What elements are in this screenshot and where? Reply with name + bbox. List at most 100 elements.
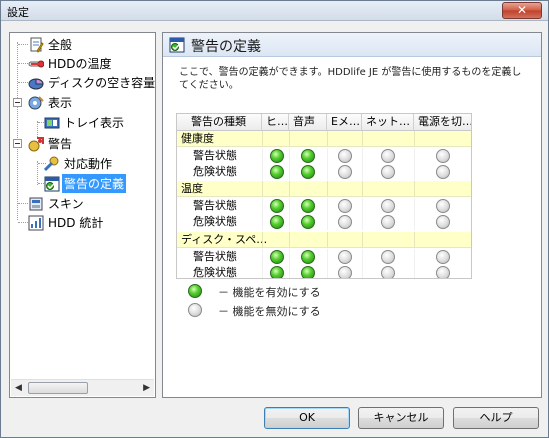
row-label: 警告状態 <box>193 199 237 212</box>
panel-header: 警告の定義 <box>163 33 541 57</box>
tree-label-actions: 対応動作 <box>64 157 113 171</box>
status-led[interactable] <box>381 215 395 229</box>
scroll-thumb[interactable] <box>28 382 88 394</box>
collapse-icon[interactable] <box>13 139 22 148</box>
tree-horizontal-scrollbar[interactable]: ◀ ▶ <box>11 379 154 396</box>
table-row: 警告状態 <box>177 148 471 164</box>
cancel-button[interactable]: キャンセル <box>358 407 444 429</box>
pie-chart-icon <box>28 75 44 91</box>
column-header-shutdown[interactable]: 電源を切… <box>414 114 471 131</box>
row-label: 警告状態 <box>193 250 237 263</box>
status-led[interactable] <box>301 215 315 229</box>
group-row-health: 健康度 <box>177 131 471 147</box>
status-led[interactable] <box>301 266 315 278</box>
status-led[interactable] <box>436 165 450 179</box>
column-header-network[interactable]: ネット… <box>362 114 414 131</box>
row-label: 危険状態 <box>193 266 237 279</box>
thermometer-icon <box>28 56 45 72</box>
status-led[interactable] <box>270 199 284 213</box>
status-led[interactable] <box>436 266 450 278</box>
tree-label-hdd-temperature: HDDの温度 <box>48 57 112 71</box>
status-led[interactable] <box>338 165 352 179</box>
status-led[interactable] <box>338 199 352 213</box>
help-button[interactable]: ヘルプ <box>453 407 539 429</box>
tree-label-display: 表示 <box>48 96 73 110</box>
tree-item-disk-space[interactable]: ディスクの空き容量 <box>10 73 157 92</box>
table-row: 危険状態 <box>177 265 471 279</box>
table-row: 危険状態 <box>177 214 471 230</box>
status-led[interactable] <box>270 250 284 264</box>
warning-table: 警告の種類 ヒ… 音声 Eメ… ネット… 電源を切… 健康度 警告状態 危険状態 <box>176 113 472 279</box>
row-label: 危険状態 <box>193 165 237 178</box>
tree-label-disk-space: ディスクの空き容量 <box>48 76 156 90</box>
status-led[interactable] <box>381 149 395 163</box>
status-led[interactable] <box>381 199 395 213</box>
status-led[interactable] <box>270 215 284 229</box>
checklist-icon <box>44 176 60 192</box>
enabled-led-icon <box>188 284 202 298</box>
close-button[interactable]: ✕ <box>502 2 542 19</box>
status-led[interactable] <box>301 149 315 163</box>
tree-label-tray-display: トレイ表示 <box>64 116 125 130</box>
tree-label-hdd-stats: HDD 統計 <box>48 216 104 230</box>
status-led[interactable] <box>338 149 352 163</box>
tray-icon <box>44 115 60 131</box>
status-led[interactable] <box>270 165 284 179</box>
tree-label-warning-definition: 警告の定義 <box>62 174 127 193</box>
status-led[interactable] <box>381 250 395 264</box>
settings-tree[interactable]: 全般 HDDの温度 ディスクの空き容量 表示 トレイ表示 警告 対応動作 警告の… <box>9 32 156 398</box>
group-label: ディスク・スペ… <box>181 233 268 246</box>
status-led[interactable] <box>381 165 395 179</box>
warning-icon <box>28 136 44 152</box>
table-row: 危険状態 <box>177 164 471 180</box>
tree-item-warning[interactable]: 警告 <box>10 134 74 153</box>
warning-definition-panel: 警告の定義 ここで、警告の定義ができます。HDDlife JE が警告に使用する… <box>162 32 542 398</box>
table-row: 警告状態 <box>177 198 471 214</box>
scroll-left-icon[interactable]: ◀ <box>15 383 22 393</box>
column-header-email[interactable]: Eメ… <box>327 114 362 131</box>
tree-item-skin[interactable]: スキン <box>10 194 86 213</box>
legend-disabled-text: － 機能を無効にする <box>218 305 321 318</box>
legend-enabled: － 機能を有効にする <box>188 284 321 300</box>
column-header-hint[interactable]: ヒ… <box>262 114 289 131</box>
column-header-sound[interactable]: 音声 <box>289 114 327 131</box>
statistics-icon <box>28 215 44 231</box>
tree-item-hdd-temperature[interactable]: HDDの温度 <box>10 54 114 73</box>
status-led[interactable] <box>436 250 450 264</box>
legend-enabled-text: － 機能を有効にする <box>218 286 321 299</box>
disabled-led-icon <box>188 303 202 317</box>
tree-item-actions[interactable]: 対応動作 <box>10 154 114 173</box>
status-led[interactable] <box>301 250 315 264</box>
scroll-right-icon[interactable]: ▶ <box>143 383 150 393</box>
tree-item-warning-definition[interactable]: 警告の定義 <box>10 174 127 193</box>
status-led[interactable] <box>381 266 395 278</box>
status-led[interactable] <box>338 215 352 229</box>
settings-window: 設定 ✕ 全般 HDDの温度 ディスクの空き容量 表示 トレイ表示 警告 対応動… <box>0 0 549 438</box>
group-label: 温度 <box>181 182 203 195</box>
status-led[interactable] <box>338 250 352 264</box>
collapse-icon[interactable] <box>13 98 22 107</box>
panel-title: 警告の定義 <box>191 39 261 55</box>
status-led[interactable] <box>301 199 315 213</box>
tree-item-tray-display[interactable]: トレイ表示 <box>10 113 126 132</box>
checklist-icon <box>169 37 185 53</box>
status-led[interactable] <box>270 266 284 278</box>
status-led[interactable] <box>436 199 450 213</box>
tree-label-general: 全般 <box>48 38 73 52</box>
tree-item-display[interactable]: 表示 <box>10 93 74 112</box>
status-led[interactable] <box>436 149 450 163</box>
status-led[interactable] <box>436 215 450 229</box>
group-label: 健康度 <box>181 132 214 145</box>
ok-button[interactable]: OK <box>264 407 350 429</box>
group-row-temperature: 温度 <box>177 181 471 197</box>
row-label: 危険状態 <box>193 215 237 228</box>
tree-item-general[interactable]: 全般 <box>10 35 74 54</box>
table-row: 警告状態 <box>177 249 471 265</box>
status-led[interactable] <box>338 266 352 278</box>
column-header-type[interactable]: 警告の種類 <box>177 114 262 131</box>
tree-item-hdd-stats[interactable]: HDD 統計 <box>10 213 105 232</box>
status-led[interactable] <box>301 165 315 179</box>
title-bar: 設定 ✕ <box>1 1 548 21</box>
status-led[interactable] <box>270 149 284 163</box>
row-label: 警告状態 <box>193 149 237 162</box>
